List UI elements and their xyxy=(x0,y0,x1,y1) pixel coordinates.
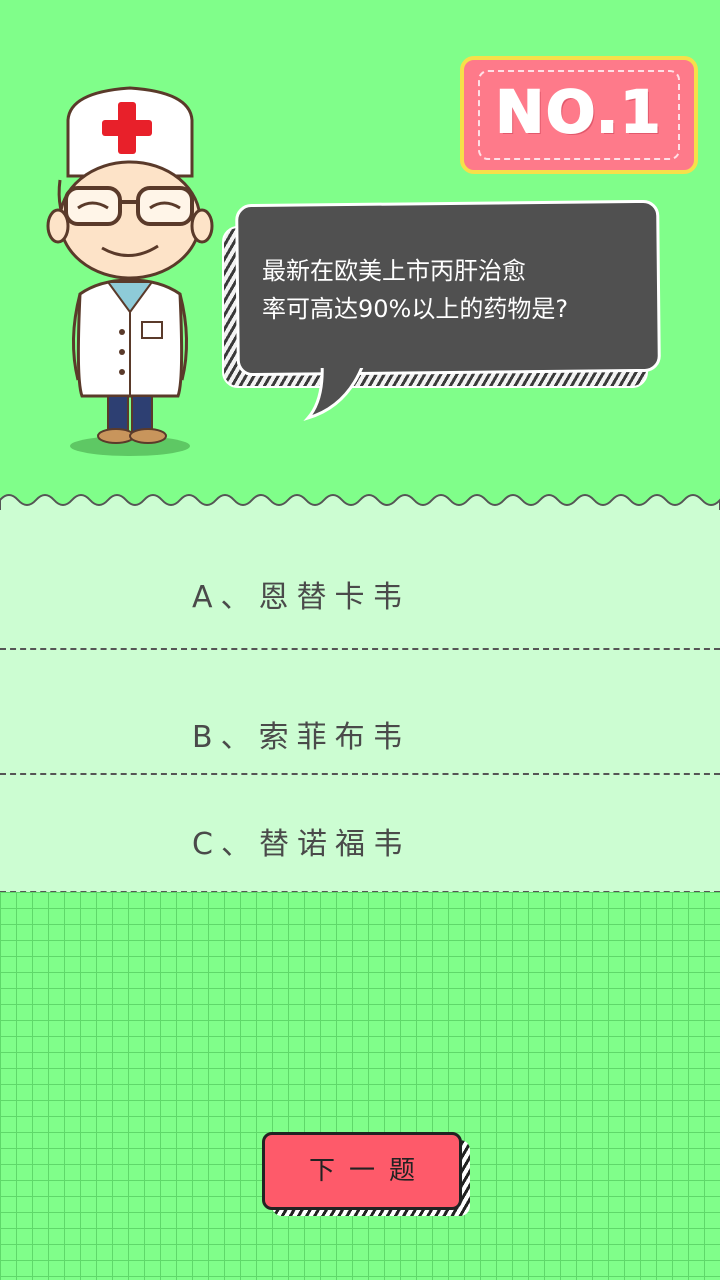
question-number-text: NO.1 xyxy=(495,77,663,147)
question-number-badge: NO.1 xyxy=(460,56,698,174)
wavy-divider xyxy=(0,494,720,512)
speech-bubble-tail xyxy=(303,362,366,421)
answer-options: A、恩替卡韦 B、索菲布韦 C、替诺福韦 xyxy=(0,510,720,893)
option-c[interactable]: C、替诺福韦 xyxy=(0,775,720,893)
next-question-button[interactable]: 下一题 xyxy=(262,1132,462,1210)
header-area: NO.1 最新在欧美上市丙肝治愈 率可高达90%以上的药物是? xyxy=(0,0,720,512)
option-a-label: A、恩替卡韦 xyxy=(192,580,411,615)
option-b[interactable]: B、索菲布韦 xyxy=(0,650,720,775)
question-line-2: 率可高达90%以上的药物是? xyxy=(262,295,569,323)
question-line-1: 最新在欧美上市丙肝治愈 xyxy=(262,257,526,285)
doctor-illustration xyxy=(46,86,214,456)
next-question-label: 下一题 xyxy=(308,1156,429,1186)
grid-background xyxy=(0,892,720,1280)
question-text: 最新在欧美上市丙肝治愈 率可高达90%以上的药物是? xyxy=(262,252,654,328)
option-b-label: B、索菲布韦 xyxy=(192,720,411,755)
option-a[interactable]: A、恩替卡韦 xyxy=(0,510,720,650)
option-c-label: C、替诺福韦 xyxy=(192,827,411,862)
